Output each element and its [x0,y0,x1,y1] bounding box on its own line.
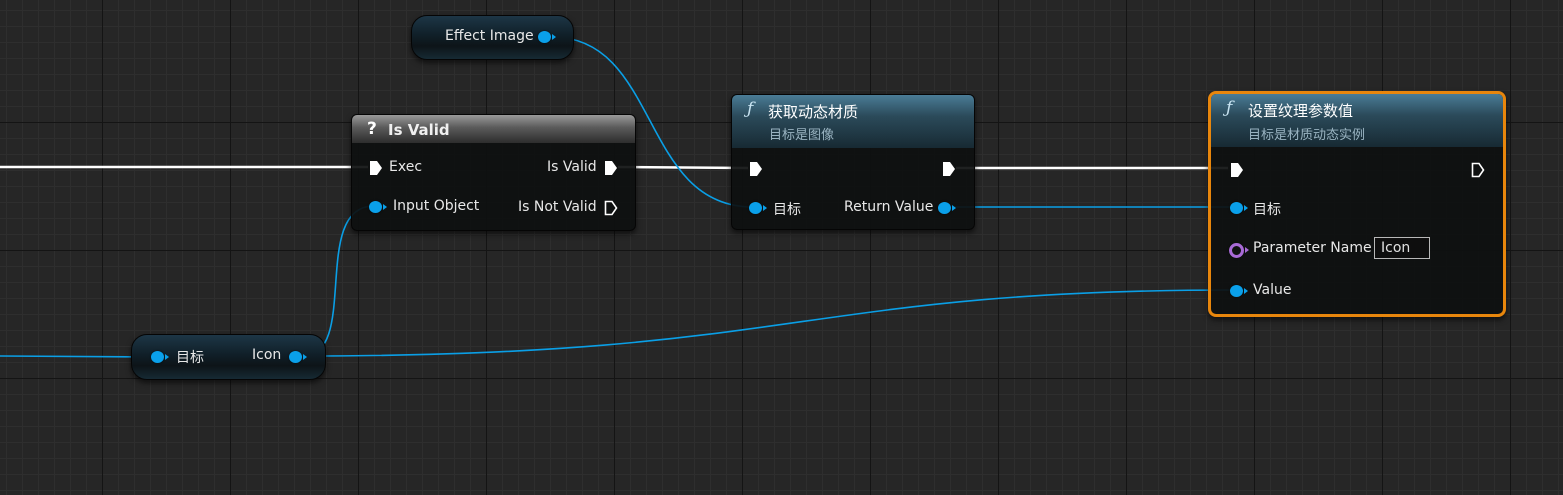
return-value-pin[interactable] [938,202,956,214]
is-valid-exec-out-icon[interactable] [604,160,618,176]
target-label: 目标 [1253,202,1281,218]
get-dynamic-material-subtitle: 目标是图像 [769,128,835,143]
target-pin[interactable] [1230,202,1248,214]
return-value-label: Return Value [844,199,934,215]
set-texture-param-node[interactable]: ƒ 设置纹理参数值 目标是材质动态实例 目标 Parameter Name Ic… [1208,91,1506,317]
target-label: 目标 [773,202,801,218]
icon-output-label: Icon [252,347,282,363]
target-label: 目标 [176,350,204,366]
effect-image-label: Effect Image [445,28,534,44]
exec-out-icon[interactable] [1471,162,1485,178]
blueprint-graph-canvas[interactable]: Effect Image ? Is Valid Exec Is Valid In… [0,0,1563,495]
exec-out-icon[interactable] [942,161,956,177]
exec-in-icon[interactable] [749,161,763,177]
exec-in-label: Exec [389,159,423,175]
get-dynamic-material-title: 获取动态材质 [768,103,859,121]
is-valid-title: Is Valid [388,121,450,139]
set-texture-param-title: 设置纹理参数值 [1248,102,1354,120]
question-icon: ? [367,119,377,139]
function-icon: ƒ [747,99,754,119]
parameter-name-pin[interactable] [1229,243,1249,258]
input-object-pin[interactable] [369,201,387,213]
set-texture-param-subtitle: 目标是材质动态实例 [1248,128,1366,143]
exec-wire-isvalid-to-getmaterial[interactable] [617,165,749,170]
is-not-valid-label: Is Not Valid [518,199,597,215]
icon-getter-node[interactable]: 目标 Icon [131,334,326,380]
icon-output-pin[interactable] [289,351,307,363]
target-pin[interactable] [749,202,767,214]
effect-image-output-pin[interactable] [538,31,556,43]
input-object-label: Input Object [393,198,480,214]
is-not-valid-exec-out-icon[interactable] [604,200,618,216]
value-label: Value [1253,282,1292,298]
effect-image-node[interactable]: Effect Image [411,15,574,60]
get-dynamic-material-node[interactable]: ƒ 获取动态材质 目标是图像 目标 Return Value [731,94,975,230]
exec-in-icon[interactable] [369,160,383,176]
function-icon: ƒ [1226,98,1233,118]
parameter-name-input[interactable]: Icon [1374,237,1430,259]
is-valid-out-label: Is Valid [547,159,597,175]
exec-in-icon[interactable] [1230,162,1244,178]
value-pin[interactable] [1230,285,1248,297]
is-valid-node[interactable]: ? Is Valid Exec Is Valid Input Object Is… [351,114,636,231]
wire-icon-to-value[interactable] [302,289,1236,357]
target-pin[interactable] [151,351,169,363]
parameter-name-label: Parameter Name [1253,240,1372,256]
